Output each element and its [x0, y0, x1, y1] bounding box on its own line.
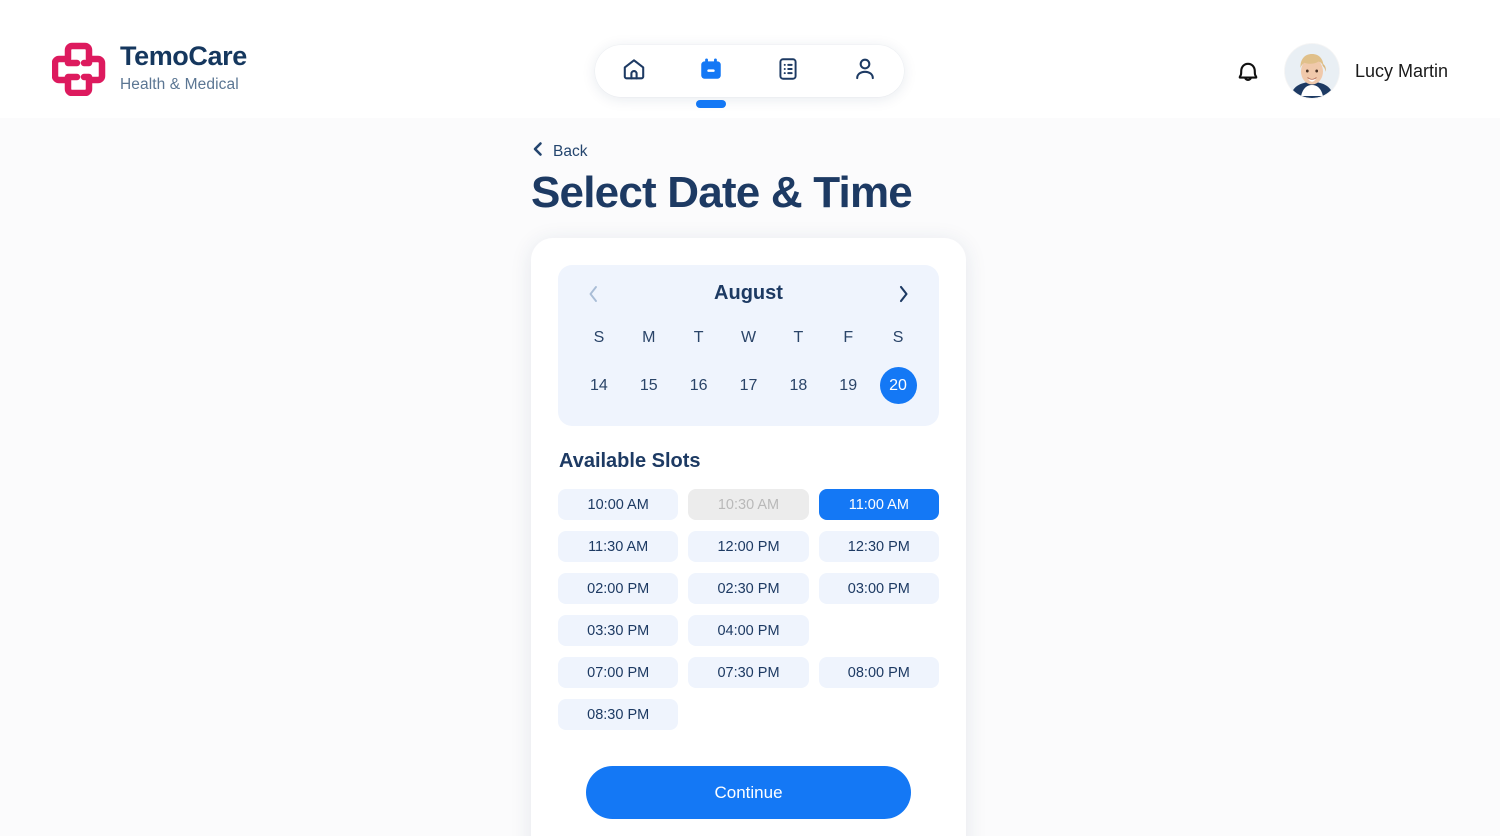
page-title: Select Date & Time	[531, 168, 913, 217]
time-slot[interactable]: 03:30 PM	[558, 615, 679, 646]
calendar-day-number: 17	[739, 376, 758, 394]
nav-item-records[interactable]	[762, 45, 814, 97]
calendar-prev-button[interactable]	[582, 283, 604, 305]
time-slot[interactable]: 08:30 PM	[558, 699, 679, 730]
time-slot[interactable]: 12:00 PM	[688, 531, 809, 562]
bell-icon[interactable]	[1233, 56, 1263, 86]
app-header: TemoCare Health & Medical Lucy Martin	[0, 0, 1500, 118]
calendar-day[interactable]: 19	[823, 367, 873, 404]
avatar	[1284, 44, 1339, 98]
available-slots-heading: Available Slots	[559, 450, 701, 472]
brand-tagline: Health & Medical	[120, 76, 239, 94]
calendar-day-number: 19	[839, 376, 858, 394]
calendar-day-number: 15	[639, 376, 658, 394]
calendar-panel: August S M T W T F S 14 15 16 17 18 19 20	[558, 265, 939, 426]
calendar-day-label: W	[740, 329, 757, 346]
calendar-day[interactable]: 17	[724, 367, 774, 404]
nav-active-indicator	[695, 100, 726, 108]
time-slot[interactable]: 10:00 AM	[558, 489, 679, 520]
nav-item-appointments[interactable]	[685, 45, 737, 108]
back-label: Back	[553, 142, 588, 160]
calendar-day-label: S	[593, 329, 605, 346]
user-icon	[852, 56, 878, 87]
time-slot[interactable]: 11:30 AM	[558, 531, 679, 562]
time-slot[interactable]: 08:00 PM	[818, 657, 939, 688]
time-slot-placeholder	[819, 699, 939, 730]
calendar-day[interactable]: 15	[624, 367, 674, 404]
calendar-day-label: T	[793, 329, 804, 346]
time-slot[interactable]: 03:00 PM	[818, 573, 939, 604]
back-button[interactable]: Back	[531, 141, 587, 162]
time-slot-selected[interactable]: 11:00 AM	[818, 489, 939, 520]
time-slot-disabled: 10:30 AM	[688, 489, 809, 520]
calendar-icon	[698, 56, 724, 87]
calendar-header: August	[574, 282, 923, 305]
calendar-day-number: 18	[789, 376, 808, 394]
clipboard-list-icon	[775, 56, 801, 87]
brand-name: TemoCare	[120, 41, 247, 72]
calendar-next-button[interactable]	[893, 283, 915, 305]
calendar-day-number: 20	[879, 367, 917, 404]
calendar-day-label: F	[843, 329, 854, 346]
calendar-day-selected[interactable]: 20	[873, 367, 923, 404]
time-slot[interactable]: 07:00 PM	[558, 657, 679, 688]
time-slot[interactable]: 02:00 PM	[558, 573, 679, 604]
nav-item-home[interactable]	[608, 45, 660, 97]
calendar-day[interactable]: 16	[674, 367, 724, 404]
user-profile[interactable]: Lucy Martin	[1284, 44, 1448, 98]
calendar-day-label: S	[892, 329, 904, 346]
user-area: Lucy Martin	[1233, 44, 1448, 98]
calendar-day-label: M	[642, 329, 656, 346]
time-slot[interactable]: 12:30 PM	[818, 531, 939, 562]
booking-card: August S M T W T F S 14 15 16 17 18 19 20 Available S…	[531, 238, 966, 836]
nav-item-profile[interactable]	[839, 45, 891, 97]
chevron-left-icon	[531, 141, 544, 162]
calendar-day[interactable]: 14	[574, 367, 624, 404]
calendar-day-number: 14	[590, 376, 608, 394]
user-name: Lucy Martin	[1354, 60, 1448, 81]
time-slot-placeholder	[688, 699, 808, 730]
calendar-day-number: 16	[689, 376, 708, 394]
calendar-month-label: August	[714, 282, 783, 304]
time-slot[interactable]: 02:30 PM	[688, 573, 809, 604]
continue-button[interactable]: Continue	[586, 766, 911, 819]
calendar-day-label: T	[693, 329, 704, 346]
brand-logo[interactable]: TemoCare Health & Medical	[51, 40, 247, 97]
calendar-day[interactable]: 18	[773, 367, 823, 404]
time-slot[interactable]: 04:00 PM	[688, 615, 809, 646]
main-navigation	[595, 45, 904, 108]
calendar-grid: S M T W T F S 14 15 16 17 18 19 20	[574, 323, 923, 404]
home-icon	[621, 56, 647, 87]
medical-cross-logo-icon	[51, 40, 106, 97]
time-slot-placeholder	[819, 615, 939, 646]
time-slot[interactable]: 07:30 PM	[688, 657, 809, 688]
time-slots-grid: 10:00 AM 10:30 AM 11:00 AM 11:30 AM 12:00 PM…	[558, 489, 939, 730]
